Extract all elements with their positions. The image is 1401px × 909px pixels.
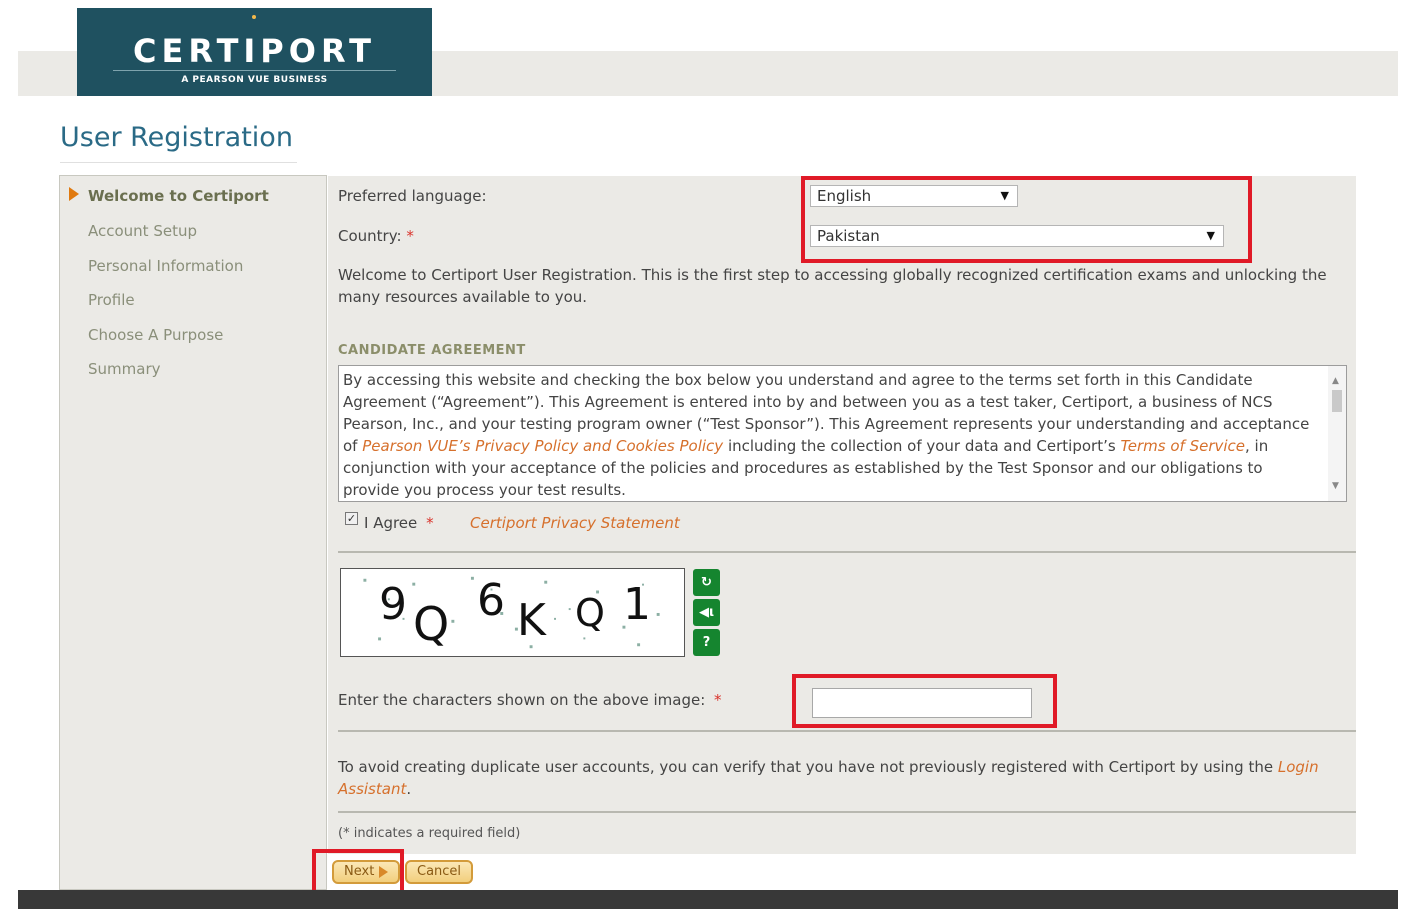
duplicate-account-text: To avoid creating duplicate user account… [338, 756, 1348, 800]
footer-bar [18, 890, 1398, 909]
logo-wordmark: CERTIPORT [133, 32, 376, 70]
sidebar-item-welcome[interactable]: Welcome to Certiport [88, 187, 269, 205]
required-asterisk: * [714, 691, 722, 709]
sidebar-item-account-setup: Account Setup [88, 222, 197, 240]
active-step-arrow-icon [69, 187, 79, 201]
required-asterisk: * [406, 227, 414, 245]
logo-divider [113, 70, 396, 71]
sidebar-item-personal-information: Personal Information [88, 257, 244, 275]
captcha-char: 9 [379, 579, 407, 630]
welcome-text: Welcome to Certiport User Registration. … [338, 266, 1327, 306]
terms-of-service-link[interactable]: Terms of Service [1120, 437, 1245, 455]
agreement-heading: CANDIDATE AGREEMENT [338, 343, 526, 358]
duplicate-text: To avoid creating duplicate user account… [338, 758, 1278, 776]
sidebar-item-profile: Profile [88, 291, 135, 309]
captcha-char: 6 [477, 575, 505, 626]
sidebar-item-summary: Summary [88, 360, 161, 378]
required-asterisk: * [426, 514, 434, 532]
country-label: Country: * [338, 227, 414, 245]
captcha-help-button[interactable]: ? [693, 629, 720, 656]
speaker-icon: ◀ι [698, 605, 715, 620]
language-label: Preferred language: [338, 187, 487, 205]
highlight-language-country [801, 176, 1252, 263]
agree-checkbox[interactable]: ✓ [345, 512, 358, 525]
agreement-text-2: including the collection of your data an… [723, 437, 1121, 455]
agreement-scrollbar[interactable]: ▲ ▼ [1328, 366, 1346, 501]
captcha-audio-button[interactable]: ◀ι [693, 599, 720, 626]
captcha-char: Q [575, 591, 605, 635]
help-icon: ? [702, 635, 711, 650]
captcha-image: 9 Q 6 K Q 1 [340, 568, 685, 657]
divider [338, 811, 1356, 813]
certiport-logo[interactable]: CERTIPORT A PEARSON VUE BUSINESS [77, 8, 432, 96]
captcha-char: 1 [623, 579, 651, 630]
scroll-thumb[interactable] [1332, 390, 1342, 412]
registration-form: Preferred language: English ▼ Country: *… [328, 176, 1356, 854]
logo-figure-icon [252, 15, 256, 19]
privacy-statement-link[interactable]: Certiport Privacy Statement [470, 514, 680, 532]
page-title: User Registration [60, 122, 293, 153]
captcha-refresh-button[interactable]: ↻ [693, 569, 720, 596]
refresh-icon: ↻ [701, 575, 712, 590]
captcha-char: K [517, 595, 546, 646]
captcha-label: Enter the characters shown on the above … [338, 691, 722, 709]
divider [338, 730, 1356, 732]
duplicate-end: . [406, 780, 412, 798]
divider [338, 551, 1356, 553]
highlight-captcha-input [792, 674, 1057, 728]
sidebar-item-choose-purpose: Choose A Purpose [88, 326, 224, 344]
agree-label: I Agree * [364, 514, 434, 532]
agree-label-text: I Agree [364, 514, 418, 532]
logo-tagline: A PEARSON VUE BUSINESS [181, 75, 328, 85]
scroll-up-icon[interactable]: ▲ [1332, 370, 1339, 392]
title-underline [60, 162, 297, 163]
agreement-textbox[interactable]: By accessing this website and checking t… [338, 365, 1347, 502]
sidebar: Welcome to Certiport Account Setup Perso… [59, 175, 327, 890]
captcha-char: Q [413, 597, 450, 651]
country-label-text: Country: [338, 227, 402, 245]
scroll-down-icon[interactable]: ▼ [1332, 475, 1339, 497]
privacy-policy-link[interactable]: Pearson VUE’s Privacy Policy and Cookies… [362, 437, 723, 455]
required-note: (* indicates a required field) [338, 826, 521, 841]
captcha-label-text: Enter the characters shown on the above … [338, 691, 706, 709]
cancel-button[interactable]: Cancel [405, 860, 474, 884]
